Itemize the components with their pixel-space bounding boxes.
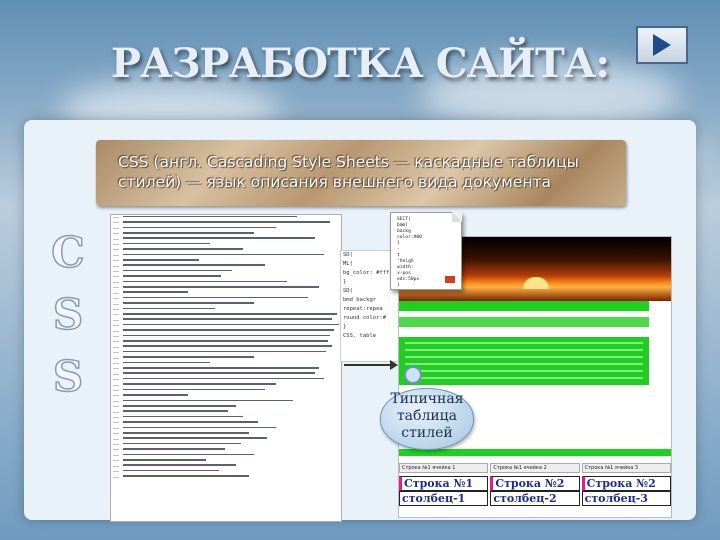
close-flag-icon <box>445 276 455 283</box>
code-screenshot <box>110 214 342 522</box>
table-cell: столбец-3 <box>581 491 671 506</box>
callout-text: Типичная таблица стилей <box>381 389 473 442</box>
table-header-cell: Строка №1 ячейка 1 <box>399 463 489 473</box>
banner-text: CSS (англ. Cascading Style Sheets — каск… <box>118 153 579 191</box>
snippet-line: CSS. table <box>343 333 377 339</box>
play-arrow-icon <box>653 34 671 56</box>
green-bar <box>399 317 649 327</box>
table-cell: Строка №2 <box>581 476 671 491</box>
callout-line: таблица <box>396 408 458 424</box>
snippet-line: round color:# <box>343 315 387 321</box>
callout-tail <box>404 366 422 384</box>
callout-line: Типичная <box>390 391 464 407</box>
css-letter-c: C <box>51 227 86 278</box>
css-letter-s1: S <box>52 289 84 340</box>
snippet-line: bmd backgr <box>343 297 377 303</box>
green-bar <box>399 301 649 311</box>
styled-table: Строка №1 ячейка 1 Строка №1 ячейка 2 Ст… <box>399 463 671 506</box>
css-letters: C S S <box>48 222 88 408</box>
table-cell: Строка №1 <box>399 476 489 491</box>
table-cell: Строка №2 <box>490 476 580 491</box>
next-slide-button[interactable] <box>636 26 688 64</box>
table-header-cell: Строка №1 ячейка 2 <box>490 463 580 473</box>
code-line <box>111 475 341 480</box>
arrow-right-icon <box>344 360 398 370</box>
table-cell: столбец-1 <box>399 491 489 506</box>
sun-icon <box>523 277 549 289</box>
slide-title: РАЗРАБОТКА САЙТА: <box>110 40 610 87</box>
page-fold-icon <box>452 212 462 222</box>
popup-line: } <box>397 283 400 288</box>
table-cell: столбец-2 <box>490 491 580 506</box>
table-header-cell: Строка №1 ячейка 3 <box>581 463 671 473</box>
callout-bubble: Типичная таблица стилей <box>380 388 474 450</box>
css-letter-s2: S <box>52 351 84 402</box>
css-popup-screenshot: SECT( bmm( backg color:#00 } - t 'heigh … <box>390 212 462 290</box>
green-bar <box>399 449 671 456</box>
callout-line: стилей <box>401 425 453 441</box>
snippet-line: } <box>343 324 347 330</box>
definition-banner: CSS (англ. Cascading Style Sheets — каск… <box>96 140 626 206</box>
snippet-line: repeat:repea <box>343 306 383 312</box>
side-column <box>651 301 671 391</box>
green-text-block <box>399 337 649 385</box>
